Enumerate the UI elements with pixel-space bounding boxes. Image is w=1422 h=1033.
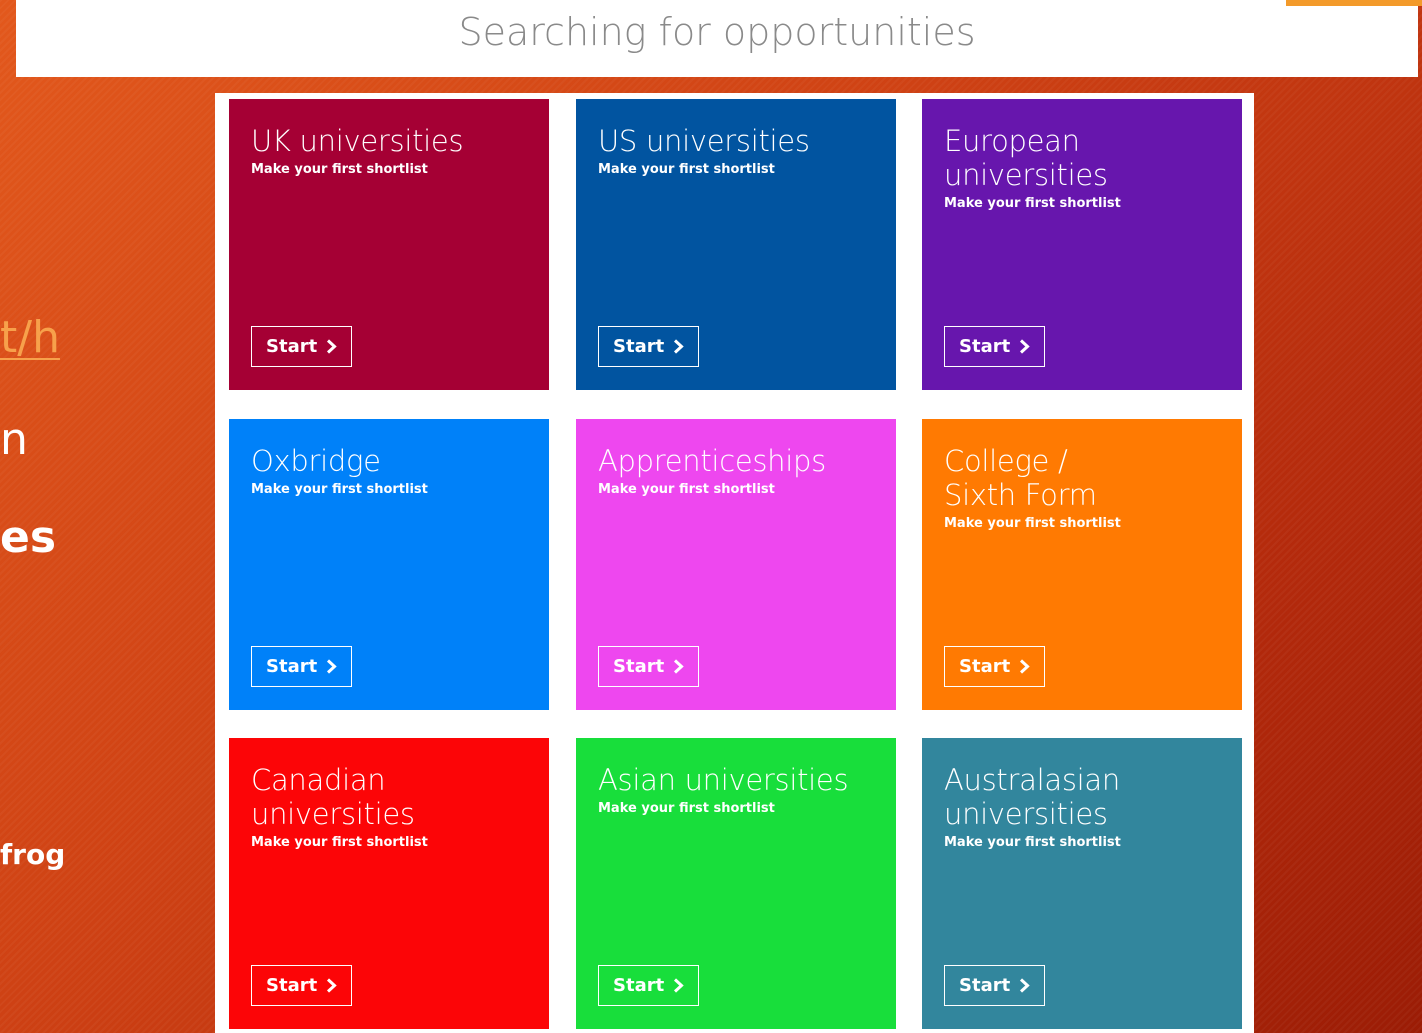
tile-title: Australasian universities — [944, 763, 1120, 831]
chevron-right-icon — [1019, 978, 1030, 993]
tile-title: Oxbridge — [251, 444, 381, 478]
start-button[interactable]: Start — [598, 965, 699, 1006]
tile-title: European universities — [944, 124, 1108, 192]
background-slide-text: frog — [0, 838, 66, 871]
page-title: Searching for opportunities — [458, 10, 976, 54]
start-button[interactable]: Start — [251, 646, 352, 687]
start-button[interactable]: Start — [944, 326, 1045, 367]
tile-subtitle: Make your first shortlist — [598, 482, 775, 497]
start-button-label: Start — [266, 656, 318, 677]
start-button-label: Start — [959, 975, 1011, 996]
tile-subtitle: Make your first shortlist — [598, 162, 775, 177]
tile-title: Asian universities — [598, 763, 849, 797]
start-button-label: Start — [613, 656, 665, 677]
start-button-label: Start — [613, 336, 665, 357]
chevron-right-icon — [1019, 339, 1030, 354]
tile-subtitle: Make your first shortlist — [944, 196, 1121, 211]
chevron-right-icon — [326, 339, 337, 354]
background-slide-text: es — [0, 512, 57, 563]
start-button-label: Start — [959, 336, 1011, 357]
tile-oxbridge[interactable]: Oxbridge Make your first shortlist Start — [229, 419, 549, 710]
tile-us-universities[interactable]: US universities Make your first shortlis… — [576, 99, 896, 390]
start-button[interactable]: Start — [251, 965, 352, 1006]
start-button[interactable]: Start — [944, 965, 1045, 1006]
opportunities-grid: UK universities Make your first shortlis… — [215, 93, 1254, 1033]
start-button[interactable]: Start — [944, 646, 1045, 687]
tile-uk-universities[interactable]: UK universities Make your first shortlis… — [229, 99, 549, 390]
chevron-right-icon — [673, 339, 684, 354]
start-button-label: Start — [266, 975, 318, 996]
chevron-right-icon — [326, 978, 337, 993]
background-slide-text: n — [0, 414, 28, 465]
tile-apprenticeships[interactable]: Apprenticeships Make your first shortlis… — [576, 419, 896, 710]
tile-asian-universities[interactable]: Asian universities Make your first short… — [576, 738, 896, 1029]
tile-subtitle: Make your first shortlist — [251, 482, 428, 497]
tile-subtitle: Make your first shortlist — [251, 835, 428, 850]
tile-college-sixth-form[interactable]: College / Sixth Form Make your first sho… — [922, 419, 1242, 710]
tile-canadian-universities[interactable]: Canadian universities Make your first sh… — [229, 738, 549, 1029]
chevron-right-icon — [673, 978, 684, 993]
chevron-right-icon — [673, 659, 684, 674]
tile-european-universities[interactable]: European universities Make your first sh… — [922, 99, 1242, 390]
start-button[interactable]: Start — [598, 646, 699, 687]
page-header: Searching for opportunities — [16, 0, 1422, 77]
chevron-right-icon — [326, 659, 337, 674]
tile-title: College / Sixth Form — [944, 444, 1097, 512]
tile-subtitle: Make your first shortlist — [251, 162, 428, 177]
start-button-label: Start — [266, 336, 318, 357]
corner-accent — [1286, 0, 1422, 6]
tile-subtitle: Make your first shortlist — [598, 801, 775, 816]
chevron-right-icon — [1019, 659, 1030, 674]
background-slide-link[interactable]: t/h — [0, 312, 60, 363]
start-button-label: Start — [959, 656, 1011, 677]
tile-australasian-universities[interactable]: Australasian universities Make your firs… — [922, 738, 1242, 1029]
tile-subtitle: Make your first shortlist — [944, 516, 1121, 531]
start-button[interactable]: Start — [598, 326, 699, 367]
tile-title: UK universities — [251, 124, 464, 158]
tile-title: Apprenticeships — [598, 444, 826, 478]
tile-subtitle: Make your first shortlist — [944, 835, 1121, 850]
start-button[interactable]: Start — [251, 326, 352, 367]
tile-title: Canadian universities — [251, 763, 415, 831]
tile-title: US universities — [598, 124, 810, 158]
start-button-label: Start — [613, 975, 665, 996]
